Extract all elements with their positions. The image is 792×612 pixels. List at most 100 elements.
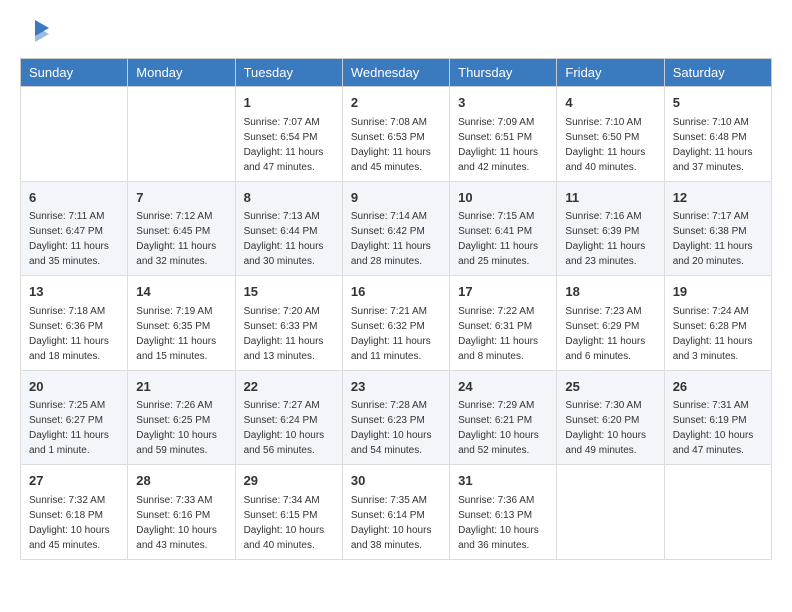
day-info: Sunrise: 7:17 AMSunset: 6:38 PMDaylight:… xyxy=(673,209,763,269)
day-number: 29 xyxy=(244,471,334,491)
day-number: 22 xyxy=(244,377,334,397)
day-info: Sunrise: 7:24 AMSunset: 6:28 PMDaylight:… xyxy=(673,304,763,364)
calendar-week-row: 1Sunrise: 7:07 AMSunset: 6:54 PMDaylight… xyxy=(21,87,772,182)
day-number: 30 xyxy=(351,471,441,491)
calendar-cell xyxy=(21,87,128,182)
calendar-week-row: 27Sunrise: 7:32 AMSunset: 6:18 PMDayligh… xyxy=(21,465,772,560)
calendar-cell xyxy=(128,87,235,182)
day-number: 9 xyxy=(351,188,441,208)
day-number: 25 xyxy=(565,377,655,397)
day-number: 4 xyxy=(565,93,655,113)
day-info: Sunrise: 7:11 AMSunset: 6:47 PMDaylight:… xyxy=(29,209,119,269)
weekday-header: Monday xyxy=(128,59,235,87)
day-number: 5 xyxy=(673,93,763,113)
day-number: 3 xyxy=(458,93,548,113)
day-number: 14 xyxy=(136,282,226,302)
day-info: Sunrise: 7:15 AMSunset: 6:41 PMDaylight:… xyxy=(458,209,548,269)
calendar-cell: 26Sunrise: 7:31 AMSunset: 6:19 PMDayligh… xyxy=(664,370,771,465)
day-number: 15 xyxy=(244,282,334,302)
day-info: Sunrise: 7:25 AMSunset: 6:27 PMDaylight:… xyxy=(29,398,119,458)
calendar-cell: 5Sunrise: 7:10 AMSunset: 6:48 PMDaylight… xyxy=(664,87,771,182)
calendar-week-row: 20Sunrise: 7:25 AMSunset: 6:27 PMDayligh… xyxy=(21,370,772,465)
day-info: Sunrise: 7:20 AMSunset: 6:33 PMDaylight:… xyxy=(244,304,334,364)
day-info: Sunrise: 7:26 AMSunset: 6:25 PMDaylight:… xyxy=(136,398,226,458)
calendar-cell: 10Sunrise: 7:15 AMSunset: 6:41 PMDayligh… xyxy=(450,181,557,276)
day-number: 20 xyxy=(29,377,119,397)
day-number: 12 xyxy=(673,188,763,208)
day-info: Sunrise: 7:13 AMSunset: 6:44 PMDaylight:… xyxy=(244,209,334,269)
day-number: 2 xyxy=(351,93,441,113)
day-number: 31 xyxy=(458,471,548,491)
day-number: 10 xyxy=(458,188,548,208)
day-info: Sunrise: 7:19 AMSunset: 6:35 PMDaylight:… xyxy=(136,304,226,364)
day-info: Sunrise: 7:31 AMSunset: 6:19 PMDaylight:… xyxy=(673,398,763,458)
day-info: Sunrise: 7:22 AMSunset: 6:31 PMDaylight:… xyxy=(458,304,548,364)
day-number: 1 xyxy=(244,93,334,113)
day-info: Sunrise: 7:33 AMSunset: 6:16 PMDaylight:… xyxy=(136,493,226,553)
day-number: 16 xyxy=(351,282,441,302)
calendar-cell: 6Sunrise: 7:11 AMSunset: 6:47 PMDaylight… xyxy=(21,181,128,276)
day-number: 7 xyxy=(136,188,226,208)
day-number: 18 xyxy=(565,282,655,302)
day-info: Sunrise: 7:16 AMSunset: 6:39 PMDaylight:… xyxy=(565,209,655,269)
day-info: Sunrise: 7:27 AMSunset: 6:24 PMDaylight:… xyxy=(244,398,334,458)
day-info: Sunrise: 7:10 AMSunset: 6:50 PMDaylight:… xyxy=(565,115,655,175)
calendar-cell: 28Sunrise: 7:33 AMSunset: 6:16 PMDayligh… xyxy=(128,465,235,560)
calendar-cell: 3Sunrise: 7:09 AMSunset: 6:51 PMDaylight… xyxy=(450,87,557,182)
day-info: Sunrise: 7:28 AMSunset: 6:23 PMDaylight:… xyxy=(351,398,441,458)
calendar-cell: 29Sunrise: 7:34 AMSunset: 6:15 PMDayligh… xyxy=(235,465,342,560)
calendar-cell: 15Sunrise: 7:20 AMSunset: 6:33 PMDayligh… xyxy=(235,276,342,371)
calendar-cell: 7Sunrise: 7:12 AMSunset: 6:45 PMDaylight… xyxy=(128,181,235,276)
calendar-cell: 2Sunrise: 7:08 AMSunset: 6:53 PMDaylight… xyxy=(342,87,449,182)
weekday-header: Saturday xyxy=(664,59,771,87)
day-info: Sunrise: 7:35 AMSunset: 6:14 PMDaylight:… xyxy=(351,493,441,553)
calendar-cell xyxy=(664,465,771,560)
calendar-cell: 13Sunrise: 7:18 AMSunset: 6:36 PMDayligh… xyxy=(21,276,128,371)
day-info: Sunrise: 7:21 AMSunset: 6:32 PMDaylight:… xyxy=(351,304,441,364)
calendar-body: 1Sunrise: 7:07 AMSunset: 6:54 PMDaylight… xyxy=(21,87,772,560)
day-number: 17 xyxy=(458,282,548,302)
calendar-cell: 20Sunrise: 7:25 AMSunset: 6:27 PMDayligh… xyxy=(21,370,128,465)
calendar-header-row: SundayMondayTuesdayWednesdayThursdayFrid… xyxy=(21,59,772,87)
weekday-header: Sunday xyxy=(21,59,128,87)
day-info: Sunrise: 7:07 AMSunset: 6:54 PMDaylight:… xyxy=(244,115,334,175)
calendar-cell: 27Sunrise: 7:32 AMSunset: 6:18 PMDayligh… xyxy=(21,465,128,560)
calendar-cell: 11Sunrise: 7:16 AMSunset: 6:39 PMDayligh… xyxy=(557,181,664,276)
calendar-cell: 30Sunrise: 7:35 AMSunset: 6:14 PMDayligh… xyxy=(342,465,449,560)
calendar-cell: 8Sunrise: 7:13 AMSunset: 6:44 PMDaylight… xyxy=(235,181,342,276)
day-info: Sunrise: 7:34 AMSunset: 6:15 PMDaylight:… xyxy=(244,493,334,553)
calendar-cell: 12Sunrise: 7:17 AMSunset: 6:38 PMDayligh… xyxy=(664,181,771,276)
day-info: Sunrise: 7:12 AMSunset: 6:45 PMDaylight:… xyxy=(136,209,226,269)
day-number: 6 xyxy=(29,188,119,208)
day-number: 24 xyxy=(458,377,548,397)
calendar-cell: 14Sunrise: 7:19 AMSunset: 6:35 PMDayligh… xyxy=(128,276,235,371)
calendar-cell: 9Sunrise: 7:14 AMSunset: 6:42 PMDaylight… xyxy=(342,181,449,276)
weekday-header: Friday xyxy=(557,59,664,87)
day-number: 28 xyxy=(136,471,226,491)
calendar-cell: 23Sunrise: 7:28 AMSunset: 6:23 PMDayligh… xyxy=(342,370,449,465)
calendar-cell: 4Sunrise: 7:10 AMSunset: 6:50 PMDaylight… xyxy=(557,87,664,182)
day-number: 19 xyxy=(673,282,763,302)
calendar-cell: 19Sunrise: 7:24 AMSunset: 6:28 PMDayligh… xyxy=(664,276,771,371)
calendar-table: SundayMondayTuesdayWednesdayThursdayFrid… xyxy=(20,58,772,560)
calendar-cell: 22Sunrise: 7:27 AMSunset: 6:24 PMDayligh… xyxy=(235,370,342,465)
logo-flag-icon xyxy=(21,20,49,42)
day-number: 11 xyxy=(565,188,655,208)
day-number: 23 xyxy=(351,377,441,397)
day-number: 8 xyxy=(244,188,334,208)
day-number: 13 xyxy=(29,282,119,302)
day-info: Sunrise: 7:09 AMSunset: 6:51 PMDaylight:… xyxy=(458,115,548,175)
day-number: 26 xyxy=(673,377,763,397)
calendar-cell xyxy=(557,465,664,560)
calendar-cell: 1Sunrise: 7:07 AMSunset: 6:54 PMDaylight… xyxy=(235,87,342,182)
day-info: Sunrise: 7:36 AMSunset: 6:13 PMDaylight:… xyxy=(458,493,548,553)
day-info: Sunrise: 7:29 AMSunset: 6:21 PMDaylight:… xyxy=(458,398,548,458)
calendar-cell: 21Sunrise: 7:26 AMSunset: 6:25 PMDayligh… xyxy=(128,370,235,465)
weekday-header: Wednesday xyxy=(342,59,449,87)
day-info: Sunrise: 7:08 AMSunset: 6:53 PMDaylight:… xyxy=(351,115,441,175)
day-info: Sunrise: 7:18 AMSunset: 6:36 PMDaylight:… xyxy=(29,304,119,364)
calendar-cell: 17Sunrise: 7:22 AMSunset: 6:31 PMDayligh… xyxy=(450,276,557,371)
day-number: 27 xyxy=(29,471,119,491)
day-info: Sunrise: 7:30 AMSunset: 6:20 PMDaylight:… xyxy=(565,398,655,458)
day-info: Sunrise: 7:23 AMSunset: 6:29 PMDaylight:… xyxy=(565,304,655,364)
